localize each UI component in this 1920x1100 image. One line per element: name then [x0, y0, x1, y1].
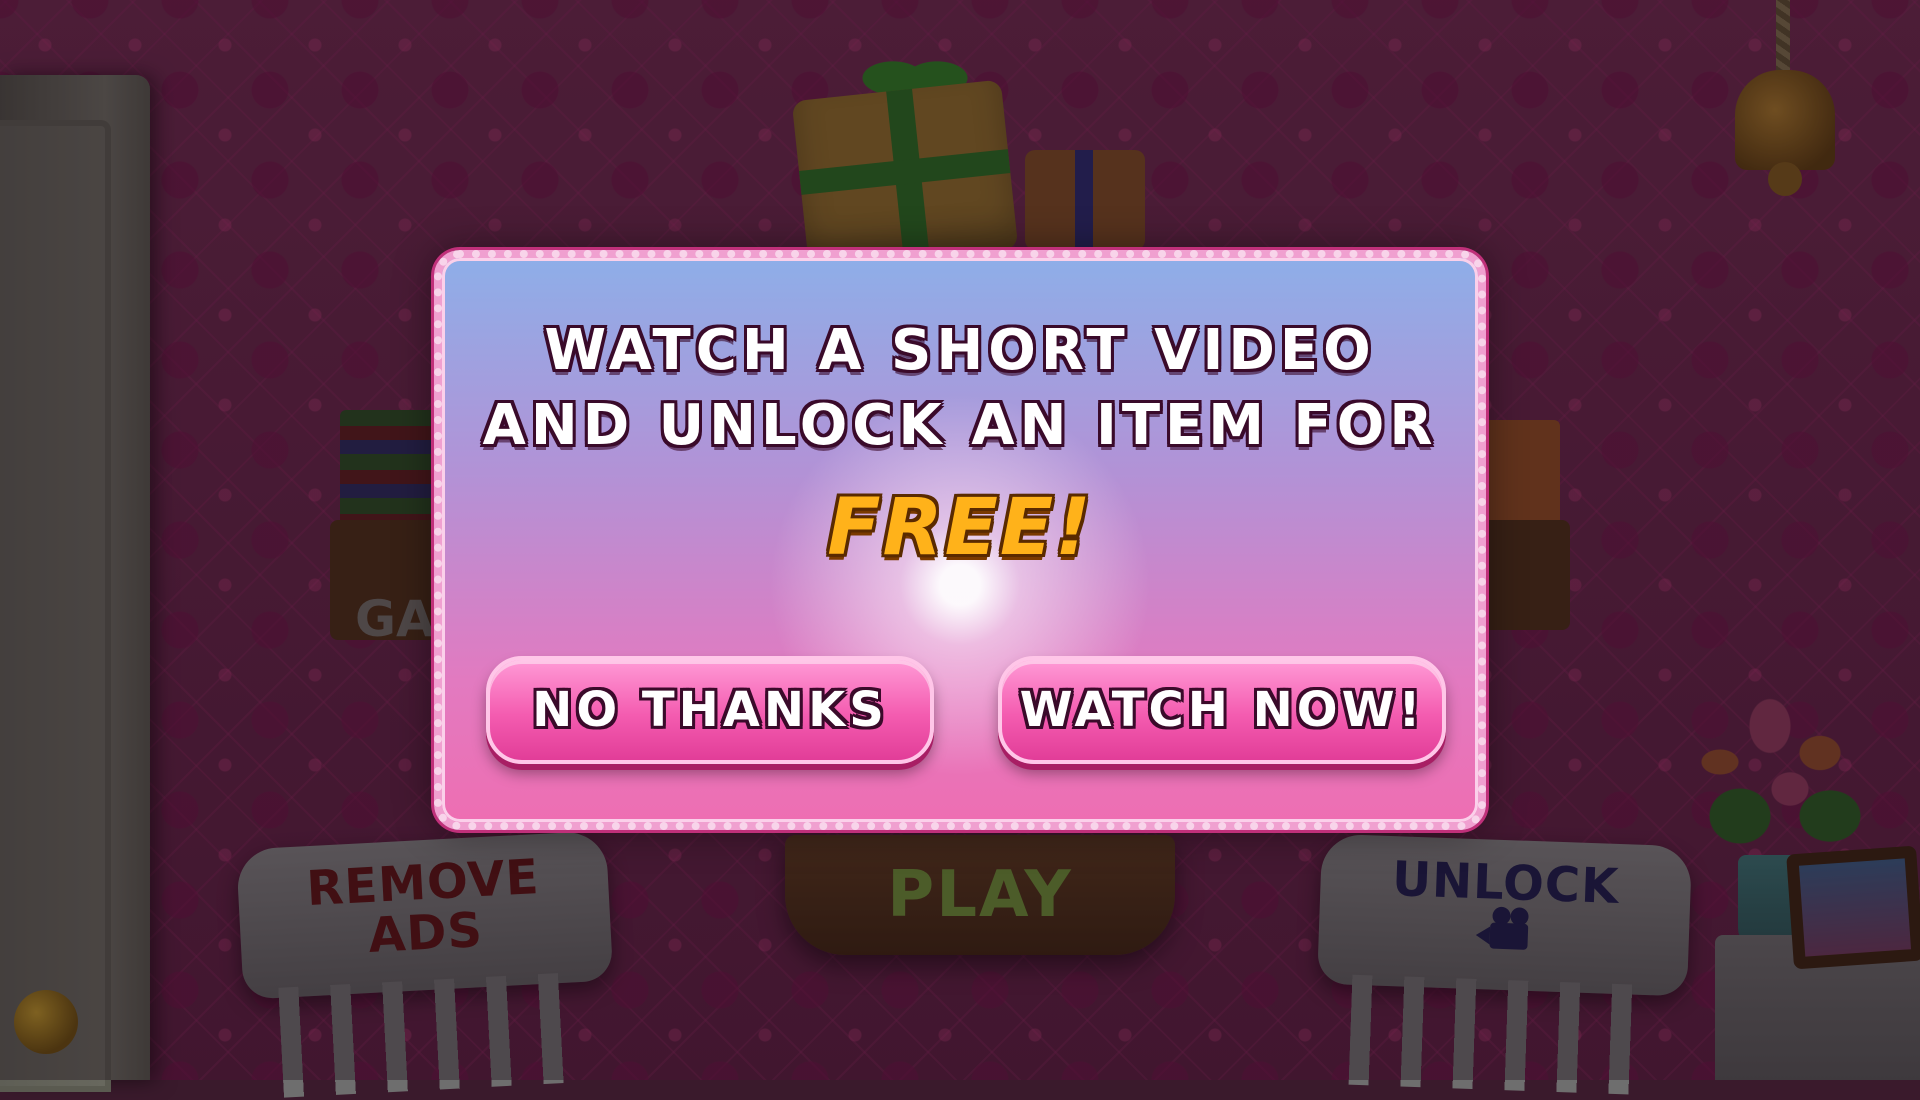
- dialog-message-line2: AND UNLOCK AN ITEM FOR: [482, 393, 1438, 458]
- free-label: FREE!: [827, 483, 1093, 573]
- no-thanks-label: NO THANKS: [532, 682, 888, 738]
- no-thanks-button[interactable]: NO THANKS: [486, 656, 934, 764]
- watch-now-button[interactable]: WATCH NOW!: [998, 656, 1446, 764]
- free-item-video-dialog: WATCH A SHORT VIDEO AND UNLOCK AN ITEM F…: [434, 250, 1486, 830]
- watch-now-label: WATCH NOW!: [1019, 682, 1425, 738]
- dialog-message-line1: WATCH A SHORT VIDEO: [544, 318, 1376, 383]
